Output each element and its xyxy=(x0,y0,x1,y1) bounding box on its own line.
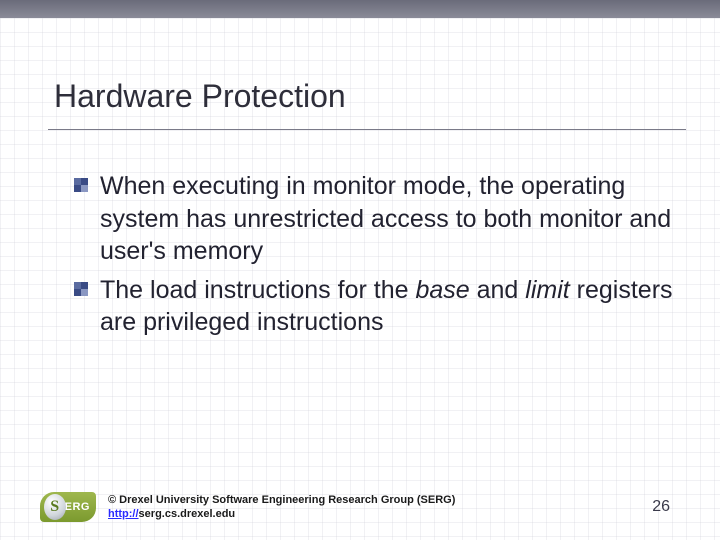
title-block: Hardware Protection xyxy=(54,78,680,130)
bullet-text: When executing in monitor mode, the oper… xyxy=(100,172,671,265)
copyright-url-link[interactable]: http:// xyxy=(108,508,139,520)
serg-logo: S ERG xyxy=(40,492,96,522)
serg-logo-s: S xyxy=(44,494,66,520)
copyright-text: © Drexel University Software Engineering… xyxy=(108,493,455,507)
content-area: When executing in monitor mode, the oper… xyxy=(96,170,680,345)
copyright-block: © Drexel University Software Engineering… xyxy=(108,493,455,522)
bullet-item: When executing in monitor mode, the oper… xyxy=(96,170,680,268)
bullet-icon xyxy=(74,282,88,296)
copyright-url: http://serg.cs.drexel.edu xyxy=(108,507,455,521)
bullet-item: The load instructions for the base and l… xyxy=(96,274,680,339)
bullet-text: The load instructions for the base and l… xyxy=(100,276,673,337)
page-number: 26 xyxy=(652,498,680,516)
slide-title: Hardware Protection xyxy=(54,78,680,123)
serg-logo-text: ERG xyxy=(65,501,90,513)
title-underline xyxy=(48,129,686,130)
top-bar xyxy=(0,0,720,18)
copyright-url-rest: serg.cs.drexel.edu xyxy=(139,508,236,520)
bullet-icon xyxy=(74,178,88,192)
footer: S ERG © Drexel University Software Engin… xyxy=(40,492,680,522)
